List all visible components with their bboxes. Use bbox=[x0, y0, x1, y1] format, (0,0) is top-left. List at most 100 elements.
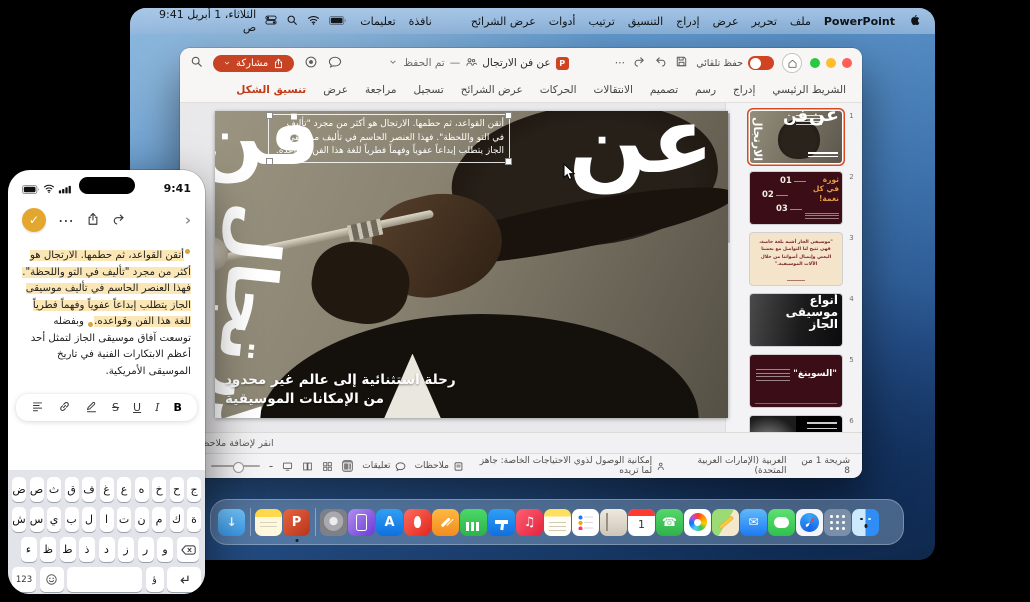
tab-slideshow[interactable]: عرض الشرائح bbox=[461, 84, 523, 96]
accessibility-status[interactable]: إمكانية الوصول لذوي الاحتياجات الخاصة: ج… bbox=[473, 456, 666, 476]
spotlight-search-icon[interactable] bbox=[286, 14, 298, 29]
dock-divider[interactable] bbox=[246, 505, 254, 539]
keyboard-key[interactable]: ل bbox=[82, 507, 96, 532]
keyboard-key[interactable]: و bbox=[157, 537, 173, 562]
more-commands-button[interactable]: ⋯ bbox=[615, 57, 626, 69]
dock-divider[interactable] bbox=[311, 505, 319, 539]
menu-tools[interactable]: أدوات bbox=[549, 15, 576, 28]
slide-thumbnail-2[interactable]: ثورة في كل نغمة! 01 02 03 bbox=[750, 172, 842, 224]
zoom-out-button[interactable]: - bbox=[269, 459, 273, 473]
notes-button[interactable]: ملاحظات bbox=[415, 461, 464, 472]
tab-insert[interactable]: إدراج bbox=[733, 84, 755, 96]
keyboard-key[interactable]: غ bbox=[100, 477, 114, 502]
saved-status[interactable]: تم الحفظ bbox=[403, 57, 444, 69]
zoom-slider[interactable] bbox=[211, 465, 260, 467]
keyboard-key[interactable]: ي bbox=[47, 507, 61, 532]
zoom-button[interactable] bbox=[810, 58, 820, 68]
dock-app-rocket[interactable] bbox=[404, 509, 431, 536]
keyboard-key[interactable]: ز bbox=[118, 537, 134, 562]
tab-animations[interactable]: الحركات bbox=[540, 84, 577, 96]
keyboard-key[interactable]: ا bbox=[100, 507, 114, 532]
keyboard-key[interactable]: ف bbox=[82, 477, 96, 502]
menu-edit[interactable]: تحرير bbox=[752, 15, 777, 28]
minimize-button[interactable] bbox=[826, 58, 836, 68]
chevron-forward-icon[interactable]: › bbox=[185, 211, 191, 229]
share-button[interactable]: مشاركة bbox=[213, 55, 294, 72]
dock-app-system-settings[interactable] bbox=[320, 509, 347, 536]
keyboard-key[interactable]: ع bbox=[117, 477, 131, 502]
keyboard-key[interactable]: ج bbox=[187, 477, 201, 502]
menu-slideshow[interactable]: عرض الشرائح bbox=[471, 15, 536, 28]
keyboard-key[interactable]: ث bbox=[47, 477, 61, 502]
list-format-icon[interactable] bbox=[31, 398, 44, 417]
menu-view[interactable]: عرض bbox=[713, 15, 739, 28]
keyboard-key[interactable]: ض bbox=[12, 477, 26, 502]
keyboard-key[interactable]: ص bbox=[30, 477, 44, 502]
slide-caption[interactable]: رحلة استثنائية إلى عالم غير محدود من الإ… bbox=[225, 371, 456, 410]
chevron-down-icon[interactable] bbox=[388, 57, 398, 70]
tab-draw[interactable]: رسم bbox=[695, 84, 716, 96]
notes-bar[interactable]: انقر لإضافة ملاحظات bbox=[180, 432, 862, 453]
language-status[interactable]: العربية (الإمارات العربية المتحدة) bbox=[680, 456, 787, 476]
dock-app-iphone-mirroring[interactable] bbox=[348, 509, 375, 536]
dock-app-music[interactable]: ♫ bbox=[516, 509, 543, 536]
keyboard-key[interactable]: ن bbox=[135, 507, 149, 532]
keyboard-key[interactable]: ر bbox=[138, 537, 154, 562]
document-title[interactable]: عن فن الارتجال bbox=[482, 57, 550, 69]
keyboard-key[interactable]: م bbox=[152, 507, 166, 532]
keyboard-key[interactable]: ت bbox=[117, 507, 131, 532]
reading-view-button[interactable] bbox=[302, 460, 313, 472]
link-icon[interactable] bbox=[58, 398, 71, 417]
share-icon[interactable] bbox=[86, 211, 100, 230]
autosave-toggle[interactable] bbox=[748, 56, 774, 70]
slide-thumbnail-4[interactable]: أنواع موسيقى الجاز bbox=[750, 294, 842, 346]
slide-sorter-view-button[interactable] bbox=[322, 460, 333, 472]
keyboard-key[interactable]: ظ bbox=[40, 537, 56, 562]
keyboard-key[interactable]: س bbox=[30, 507, 44, 532]
save-icon[interactable] bbox=[675, 55, 688, 71]
space-key[interactable] bbox=[67, 567, 142, 592]
dock-app-numbers[interactable] bbox=[460, 509, 487, 536]
dock-app-mail[interactable]: ✉ bbox=[740, 509, 767, 536]
dock-downloads-folder[interactable]: ↓ bbox=[218, 509, 245, 536]
dock-app-contacts[interactable] bbox=[600, 509, 627, 536]
control-center-icon[interactable] bbox=[265, 14, 277, 29]
tab-transitions[interactable]: الانتقالات bbox=[594, 84, 633, 96]
redo-icon[interactable] bbox=[633, 55, 646, 71]
dock-app-reminders[interactable] bbox=[572, 509, 599, 536]
dock-app-pages[interactable] bbox=[432, 509, 459, 536]
dock-app-phone[interactable]: ☎ bbox=[656, 509, 683, 536]
bold-button[interactable]: B bbox=[174, 401, 182, 414]
dock-app-messages[interactable] bbox=[768, 509, 795, 536]
keyboard-key[interactable]: ط bbox=[60, 537, 76, 562]
selection-handle-start[interactable] bbox=[185, 249, 190, 254]
keyboard-key[interactable]: خ bbox=[152, 477, 166, 502]
menubar-datetime[interactable]: الثلاثاء، 1 أبريل 9:41 ص bbox=[144, 8, 256, 34]
undo-icon[interactable] bbox=[654, 55, 667, 71]
home-button[interactable] bbox=[782, 53, 802, 73]
dock-app-finder[interactable] bbox=[852, 509, 879, 536]
keyboard-key[interactable]: ة bbox=[187, 507, 201, 532]
keyboard-key[interactable]: ء bbox=[21, 537, 37, 562]
slide-body-textbox-selected[interactable]: أتقن القواعد، ثم حطمها. الارتجال هو أكثر… bbox=[268, 114, 510, 163]
keyboard-key[interactable]: ق bbox=[65, 477, 79, 502]
keyboard-key[interactable]: ح bbox=[170, 477, 184, 502]
keyboard-key[interactable]: ب bbox=[65, 507, 79, 532]
menu-arrange[interactable]: ترتيب bbox=[588, 15, 614, 28]
keyboard-key[interactable]: ك bbox=[170, 507, 184, 532]
dock-app-keynote[interactable] bbox=[488, 509, 515, 536]
dock-app-app-store[interactable]: A bbox=[376, 509, 403, 536]
italic-button[interactable]: I bbox=[155, 401, 159, 414]
iphone-document-text[interactable]: أتقن القواعد، ثم حطمها. الارتجال هو أكثر… bbox=[8, 236, 205, 380]
battery-icon[interactable] bbox=[329, 15, 347, 28]
slide-title-word-an[interactable]: عن bbox=[568, 111, 714, 201]
comments-button[interactable]: تعليقات bbox=[362, 461, 405, 472]
numbers-key[interactable]: 123 bbox=[12, 567, 36, 592]
slideshow-view-button[interactable] bbox=[282, 460, 293, 472]
menu-format[interactable]: التنسيق bbox=[628, 15, 663, 28]
tab-shape-format[interactable]: تنسيق الشكل bbox=[236, 84, 306, 96]
hamza-key[interactable]: ؤ bbox=[146, 567, 164, 592]
tab-view[interactable]: عرض bbox=[323, 84, 348, 96]
slide-1-main[interactable]: عن فن الارتجال أتقن القواعد، ثم حطمها. ا… bbox=[215, 111, 728, 418]
menu-window[interactable]: نافذة bbox=[409, 15, 432, 28]
